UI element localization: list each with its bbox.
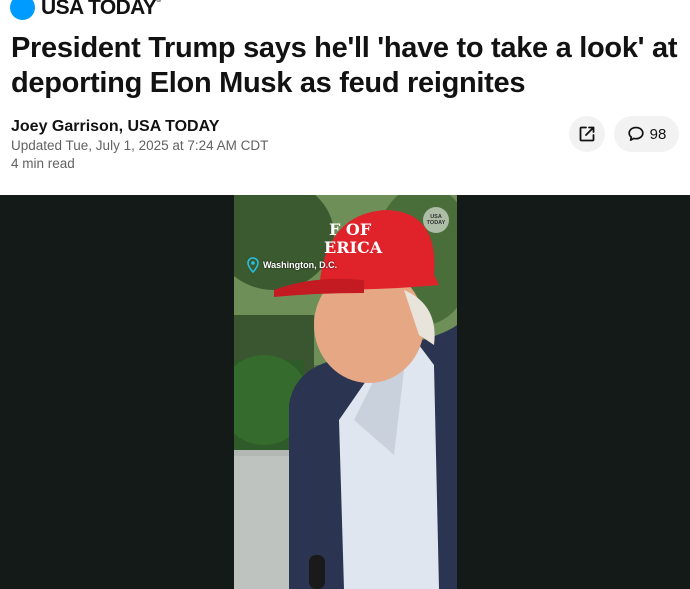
hat-text-line1: F OF <box>329 220 372 239</box>
usa-today-dot-logo <box>10 0 35 20</box>
share-button[interactable] <box>569 116 605 152</box>
location-label: Washington, D.C. <box>263 260 338 270</box>
video-frame[interactable]: F OF ERICA Washington, D.C. USA TODAY <box>234 195 457 589</box>
speech-bubble-icon <box>628 126 644 141</box>
comments-button[interactable]: 98 <box>614 116 679 152</box>
video-still-image: F OF ERICA <box>234 195 457 589</box>
logo-wordmark: USA TODAY® <box>41 0 161 18</box>
article-headline: President Trump says he'll 'have to take… <box>11 32 678 99</box>
map-pin-icon <box>247 257 259 273</box>
read-time: 4 min read <box>11 156 75 171</box>
author-name[interactable]: Joey Garrison, USA TODAY <box>11 117 268 137</box>
video-watermark-logo: USA TODAY <box>423 207 449 233</box>
byline: Joey Garrison, USA TODAY Updated Tue, Ju… <box>11 117 268 173</box>
video-watermark-text: USA TODAY <box>426 214 446 226</box>
logo-wordmark-text: USA TODAY <box>41 0 157 19</box>
logo-trademark: ® <box>156 0 161 4</box>
video-player[interactable]: F OF ERICA Washington, D.C. USA TODAY <box>0 195 690 589</box>
updated-timestamp: Updated Tue, July 1, 2025 at 7:24 AM CDT <box>11 138 269 153</box>
article-page: USA TODAY® President Trump says he'll 'h… <box>0 0 690 589</box>
comment-count: 98 <box>649 125 667 143</box>
share-external-icon <box>579 126 595 142</box>
hat-text-line2: ERICA <box>324 238 383 257</box>
masthead-logo[interactable]: USA TODAY® <box>10 0 161 20</box>
location-tag: Washington, D.C. <box>247 257 337 273</box>
